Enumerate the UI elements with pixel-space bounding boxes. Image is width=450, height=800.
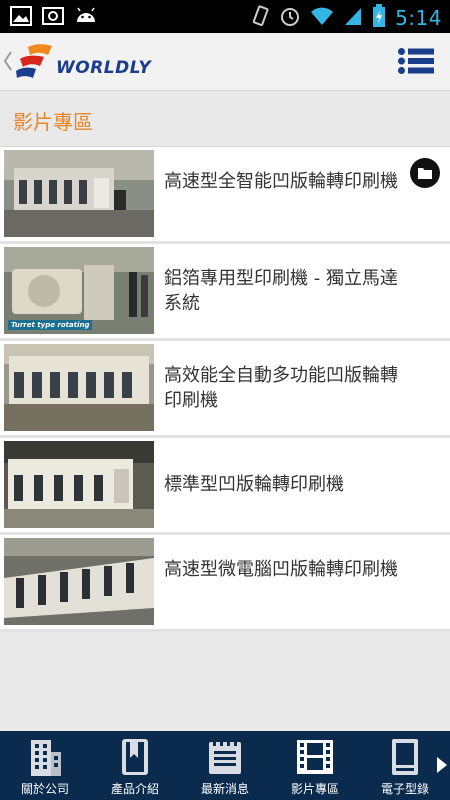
app-header: WORLDLY (0, 33, 450, 91)
nav-item-videos[interactable]: 影片專區 (270, 731, 360, 800)
logo-mark-icon (16, 44, 52, 78)
thumbnail-caption: Turret type rotating (8, 320, 93, 330)
battery-icon (372, 4, 386, 32)
scroll-right-arrow-icon[interactable] (436, 756, 448, 778)
notepad-icon (207, 737, 243, 777)
clock-time: 5:14 (395, 6, 442, 30)
folder-icon[interactable] (410, 158, 440, 192)
list-item[interactable]: Turret type rotating 鋁箔專用型印刷機 - 獨立馬達系統 (0, 244, 450, 341)
gallery-icon (10, 6, 32, 30)
book-icon (120, 737, 150, 777)
catalog-icon (389, 737, 421, 777)
menu-list-icon[interactable] (398, 48, 434, 78)
video-thumbnail: Turret type rotating (4, 247, 154, 334)
video-thumbnail (4, 344, 154, 431)
nav-item-news[interactable]: 最新消息 (180, 731, 270, 800)
list-item[interactable]: 高速型全智能凹版輪轉印刷機 (0, 147, 450, 244)
section-header: 影片專區 (0, 92, 450, 147)
video-title: 標準型凹版輪轉印刷機 (164, 474, 344, 495)
video-thumbnail (4, 538, 154, 625)
bottom-nav: 關於公司 產品介紹 最新消息 影片專區 電子型錄 (0, 731, 450, 800)
screenshot-icon (42, 6, 64, 30)
page-title: 影片專區 (13, 110, 93, 134)
nav-label: 產品介紹 (110, 782, 159, 796)
back-chevron-icon[interactable] (3, 50, 13, 76)
wifi-icon (310, 6, 334, 30)
nav-label: 影片專區 (290, 782, 339, 796)
android-icon (74, 6, 98, 30)
list-item[interactable]: 高效能全自動多功能凹版輪轉印刷機 (0, 341, 450, 438)
nav-label: 關於公司 (20, 782, 69, 796)
nav-item-products[interactable]: 產品介紹 (90, 731, 180, 800)
building-icon (28, 737, 62, 777)
nav-item-about[interactable]: 關於公司 (0, 731, 90, 800)
brand-logo[interactable]: WORLDLY (14, 43, 151, 81)
video-thumbnail (4, 441, 154, 528)
signal-icon (343, 6, 363, 30)
brand-name: WORLDLY (56, 58, 152, 78)
vibrate-icon (250, 4, 270, 32)
list-item[interactable]: 標準型凹版輪轉印刷機 (0, 438, 450, 535)
video-title: 高速型微電腦凹版輪轉印刷機 (164, 559, 398, 580)
alarm-icon (279, 5, 301, 31)
status-bar: 5:14 (0, 0, 450, 33)
video-title: 高速型全智能凹版輪轉印刷機 (164, 171, 398, 192)
video-title: 高效能全自動多功能凹版輪轉印刷機 (164, 365, 398, 411)
nav-label: 最新消息 (200, 782, 249, 796)
video-title: 鋁箔專用型印刷機 - 獨立馬達系統 (164, 268, 398, 314)
video-list: 高速型全智能凹版輪轉印刷機 Turret type rotating 鋁箔專用型… (0, 147, 450, 632)
nav-label: 電子型錄 (380, 782, 429, 796)
video-thumbnail (4, 150, 154, 237)
list-item[interactable]: 高速型微電腦凹版輪轉印刷機 (0, 535, 450, 632)
film-icon (295, 737, 335, 777)
